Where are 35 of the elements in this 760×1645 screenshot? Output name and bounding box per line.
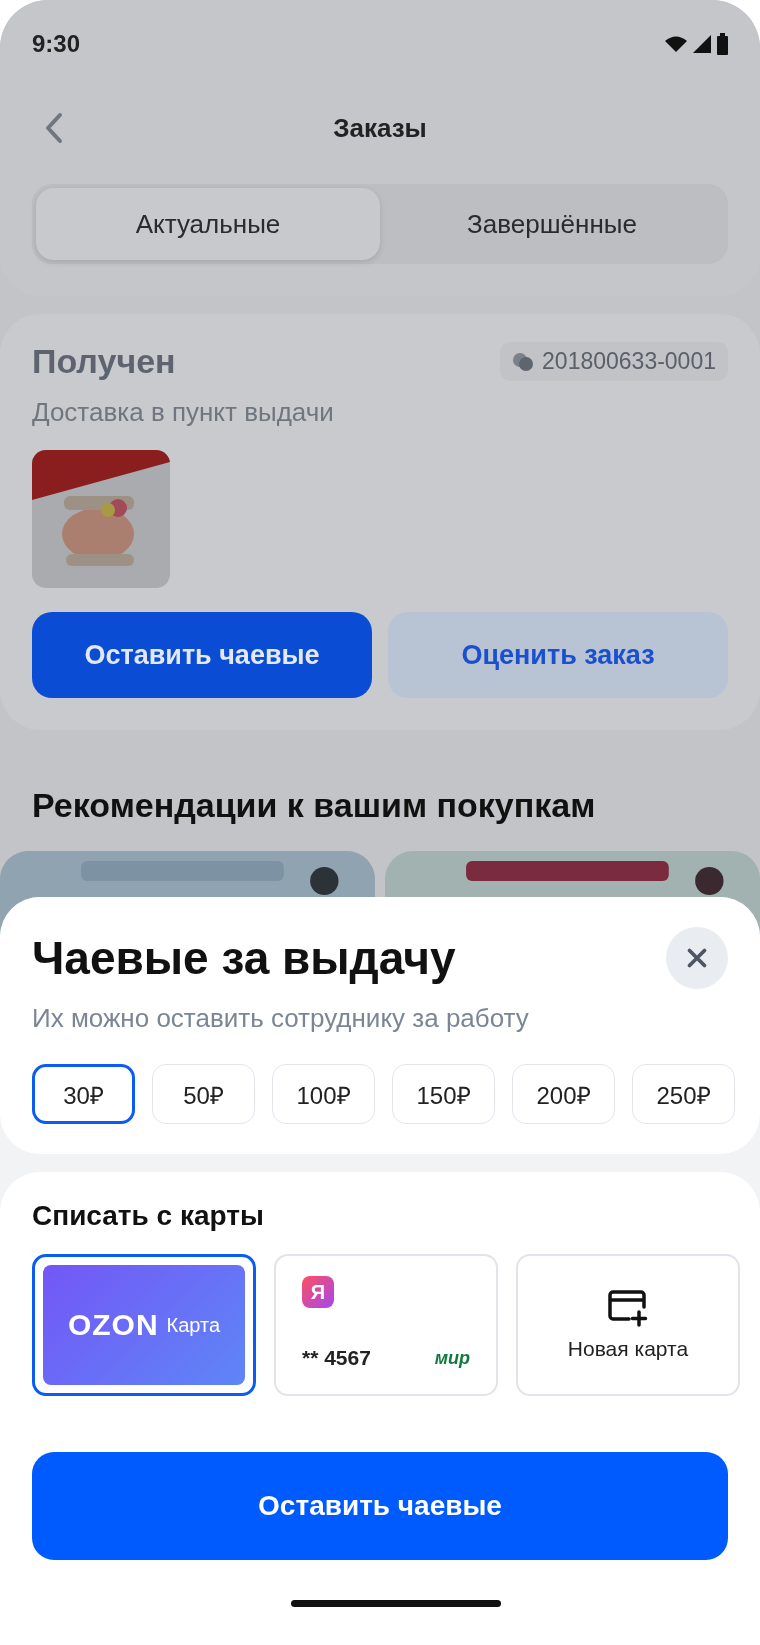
amount-chip[interactable]: 50₽	[152, 1064, 255, 1124]
amount-chip[interactable]: 200₽	[512, 1064, 615, 1124]
page-title: Заказы	[333, 112, 427, 144]
bank-logo: Я	[302, 1276, 334, 1308]
card-brand: OZON	[67, 1308, 159, 1342]
signal-icon	[693, 35, 711, 53]
card-plus-icon	[607, 1289, 649, 1327]
submit-button[interactable]: Оставить чаевые	[32, 1452, 728, 1560]
back-icon	[43, 111, 65, 145]
sheet-subtitle: Их можно оставить сотруднику за работу	[32, 1003, 530, 1034]
battery-icon	[717, 33, 728, 55]
payment-title: Списать с карты	[32, 1200, 265, 1232]
sheet-title: Чаевые за выдачу	[32, 931, 456, 985]
amount-chip[interactable]: 30₽	[32, 1064, 135, 1124]
tab[interactable]: Завершённые	[380, 188, 724, 260]
tab[interactable]: Актуальные	[36, 188, 380, 260]
card-label: Карта	[166, 1313, 221, 1337]
new-card-button[interactable]: Новая карта	[516, 1254, 740, 1396]
order-number[interactable]: 201800633-0001	[500, 342, 728, 381]
card-label: Новая карта	[567, 1337, 689, 1361]
card-network: мир	[434, 1347, 470, 1369]
wifi-icon	[665, 36, 687, 52]
tip-button[interactable]: Оставить чаевые	[32, 612, 372, 698]
status-time: 9:30	[32, 30, 81, 58]
rate-button[interactable]: Оценить заказ	[388, 612, 728, 698]
payment-card[interactable]: OZON Карта	[32, 1254, 256, 1396]
section-title: Рекомендации к вашим покупкам	[32, 786, 597, 825]
amount-chip[interactable]: 150₽	[392, 1064, 495, 1124]
order-status: Получен	[32, 342, 176, 381]
card-number: ** 4567	[302, 1346, 371, 1370]
amount-chip[interactable]: 250₽	[632, 1064, 735, 1124]
payment-card[interactable]: Я ** 4567 мир	[274, 1254, 498, 1396]
bubbles-icon	[512, 351, 535, 372]
delivery-type: Доставка в пункт выдачи	[32, 397, 335, 428]
amount-chip[interactable]: 100₽	[272, 1064, 375, 1124]
